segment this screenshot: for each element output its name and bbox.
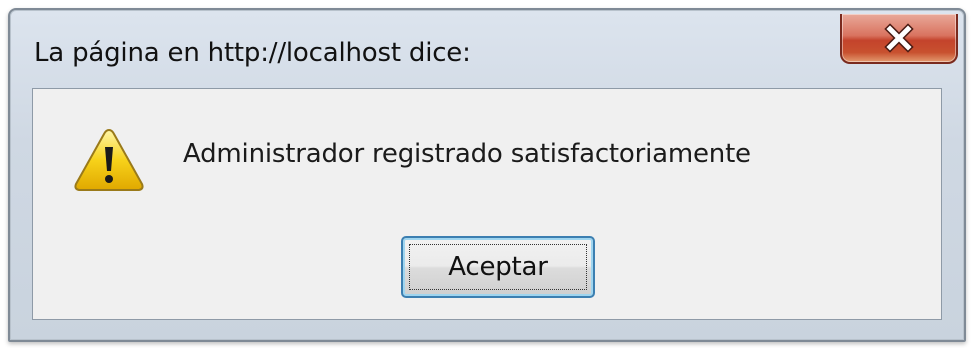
warning-icon (74, 128, 144, 191)
aceptar-button-label: Aceptar (448, 252, 548, 282)
close-icon (884, 23, 914, 53)
dialog-message: Administrador registrado satisfactoriame… (183, 139, 751, 169)
dialog-body: Administrador registrado satisfactoriame… (32, 88, 942, 320)
dialog-title: La página en http://localhost dice: (34, 38, 471, 68)
aceptar-button[interactable]: Aceptar (401, 236, 595, 298)
close-button[interactable] (840, 14, 958, 64)
alert-dialog: La página en http://localhost dice: Admi… (8, 8, 966, 342)
title-bar: La página en http://localhost dice: (10, 10, 964, 84)
